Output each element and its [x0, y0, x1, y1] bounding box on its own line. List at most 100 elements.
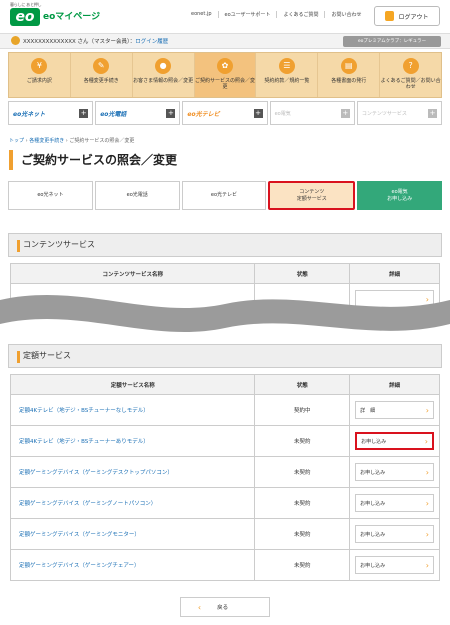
nav-label: 各種書面の発行: [331, 78, 367, 84]
nav-contract-services[interactable]: ✿ ご契約サービスの照会／変更: [193, 53, 256, 97]
nav-label: お客さま情報の照会／変更: [133, 78, 194, 84]
main-nav: ¥ ご請求内訳 ✎ 各種変更手続き ● お客さま情報の照会／変更 ✿ ご契約サービスの照…: [8, 52, 442, 98]
nav-customer-info[interactable]: ● お客さま情報の照会／変更: [131, 53, 194, 97]
chevron-right-icon: ›: [425, 498, 429, 508]
tab-content-fixed-service[interactable]: コンテンツ 定額サービス: [268, 181, 356, 210]
header-links: eonet.jp eoユーザーサポート よくあるご質問 お問い合わせ: [185, 11, 367, 18]
gear-icon: ✿: [217, 58, 233, 74]
tab-eo-phone[interactable]: eo光電話: [94, 181, 180, 210]
fixed-service-table: 定額サービス名称 状態 詳細 定額4Kテレビ（地デジ・BSチューナーなしモデル）…: [9, 374, 440, 581]
back-button[interactable]: ‹ 戻る: [180, 597, 270, 617]
table-row: 定額4Kテレビ（地デジ・BSチューナーありモデル） 未契約 お申し込み ›: [9, 425, 440, 457]
chevron-right-icon: ›: [425, 529, 429, 539]
header-link-faq[interactable]: よくあるご質問: [276, 11, 324, 18]
tab-eo-net[interactable]: eo光ネット: [8, 181, 93, 210]
service-name-link[interactable]: 定額ゲーミングデバイス（ゲーミングノートパソコン）: [9, 487, 256, 519]
apply-button[interactable]: お申し込み ›: [355, 494, 434, 512]
service-label: eo光ネット: [13, 110, 46, 118]
service-name-link[interactable]: 定額ゲーミングデバイス（ゲーミングデスクトップパソコン）: [9, 456, 256, 488]
content-service-heading: コンテンツサービス: [8, 233, 442, 257]
table-row: 定額ゲーミングデバイス（ゲーミングモニター） 未契約 お申し込み ›: [9, 518, 440, 550]
logout-icon: [385, 11, 395, 21]
nav-terms[interactable]: ☰ 契約約款／規約一覧: [255, 53, 317, 97]
user-info: XXXXXXXXXXXXXX さん（マスター会員）：ログイン履歴: [23, 39, 169, 45]
nav-change-procedures[interactable]: ✎ 各種変更手続き: [69, 53, 132, 97]
nav-label: 各種変更手続き: [83, 78, 119, 84]
col-header-name: 定額サービス名称: [9, 374, 256, 395]
pencil-icon: ✎: [93, 58, 110, 74]
service-eo-denki: eo電気 +: [269, 101, 355, 125]
service-name-link[interactable]: 定額4Kテレビ（地デジ・BSチューナーありモデル）: [9, 425, 256, 457]
service-content: コンテンツサービス +: [356, 101, 443, 125]
nav-faq-contact[interactable]: ? よくあるご質問／お問い合わせ: [379, 53, 441, 97]
col-header-detail: 詳細: [349, 374, 440, 395]
button-label: お申し込み: [360, 531, 386, 538]
col-header-status: 状態: [254, 374, 351, 395]
print-icon: ▤: [340, 58, 357, 74]
logout-button[interactable]: ログアウト: [374, 6, 440, 26]
breadcrumb-procedures[interactable]: 各種変更手続き: [29, 138, 64, 144]
service-label: コンテンツサービス: [361, 110, 407, 117]
service-eo-net[interactable]: eo光ネット +: [8, 101, 94, 125]
breadcrumb-current: ご契約サービスの照会／変更: [69, 138, 135, 144]
apply-button[interactable]: お申し込み ›: [355, 463, 434, 481]
question-icon: ?: [402, 58, 419, 74]
chevron-right-icon: ›: [425, 467, 429, 477]
nav-label: ご契約サービスの照会／変更: [195, 78, 256, 90]
premium-club-badge[interactable]: eoプレミアムクラブ：レギュラー: [343, 36, 441, 47]
nav-label: ご請求内訳: [26, 78, 52, 84]
detail-button[interactable]: 詳 細 ›: [355, 401, 434, 419]
button-label: お申し込み: [360, 500, 386, 507]
service-eo-phone[interactable]: eo光電話 +: [95, 101, 181, 125]
service-tabs: eo光ネット eo光電話 eo光テレビ コンテンツ 定額サービス eo電気 お申…: [8, 181, 442, 210]
site-name: eoマイページ: [43, 12, 101, 22]
apply-button[interactable]: お申し込み ›: [355, 556, 434, 574]
document-icon: ☰: [278, 58, 295, 74]
header-link-contact[interactable]: お問い合わせ: [324, 11, 367, 18]
header-link-support[interactable]: eoユーザーサポート: [217, 11, 277, 18]
eo-logo[interactable]: eo: [10, 8, 40, 26]
col-header-detail: 詳細: [349, 263, 440, 284]
nav-label: よくあるご質問／お問い合わせ: [380, 78, 441, 90]
service-name-link[interactable]: 定額4Kテレビ（地デジ・BSチューナーなしモデル）: [9, 394, 256, 426]
chevron-left-icon: ‹: [197, 602, 202, 612]
service-eo-tv[interactable]: eo光テレビ +: [182, 101, 268, 125]
apply-button[interactable]: お申し込み ›: [355, 525, 434, 543]
nav-documents[interactable]: ▤ 各種書面の発行: [317, 53, 379, 97]
service-name-link[interactable]: 定額ゲーミングデバイス（ゲーミングモニター）: [9, 518, 256, 550]
header-link-eonet[interactable]: eonet.jp: [185, 11, 218, 18]
content-break-wave: [0, 295, 450, 333]
service-label: eo電気: [274, 110, 291, 117]
button-label: お申し込み: [360, 469, 386, 476]
button-label: 詳 細: [360, 407, 376, 414]
tab-eo-tv[interactable]: eo光テレビ: [181, 181, 267, 210]
service-status: 契約中: [254, 394, 351, 426]
breadcrumb: トップ › 各種変更手続き › ご契約サービスの照会／変更: [9, 138, 135, 144]
person-icon: ●: [155, 58, 172, 74]
chevron-right-icon: ›: [425, 405, 429, 415]
user-icon: [11, 36, 20, 45]
table-row: 定額ゲーミングデバイス（ゲーミングチェアー） 未契約 お申し込み ›: [9, 549, 440, 581]
page-title: ご契約サービスの照会／変更: [9, 150, 439, 170]
nav-label: 契約約款／規約一覧: [264, 78, 310, 84]
col-header-status: 状態: [254, 263, 351, 284]
service-label: eo光テレビ: [187, 110, 220, 118]
breadcrumb-top[interactable]: トップ: [9, 138, 24, 144]
service-name-link[interactable]: 定額ゲーミングデバイス（ゲーミングチェアー）: [9, 549, 256, 581]
service-status: 未契約: [254, 549, 351, 581]
login-history-link[interactable]: ログイン履歴: [135, 39, 168, 45]
apply-button[interactable]: お申し込み ›: [355, 432, 434, 450]
col-header-name: コンテンツサービス名称: [9, 263, 256, 284]
plus-icon[interactable]: +: [253, 108, 263, 118]
tab-eo-denki-apply[interactable]: eo電気 お申し込み: [357, 181, 442, 210]
nav-billing[interactable]: ¥ ご請求内訳: [9, 53, 70, 97]
service-label: eo光電話: [100, 110, 127, 118]
button-label: お申し込み: [360, 562, 386, 569]
service-status: 未契約: [254, 456, 351, 488]
chevron-right-icon: ›: [425, 560, 429, 570]
plus-icon: +: [340, 108, 350, 118]
service-status: 未契約: [254, 425, 351, 457]
table-row: 定額ゲーミングデバイス（ゲーミングデスクトップパソコン） 未契約 お申し込み ›: [9, 456, 440, 488]
plus-icon[interactable]: +: [79, 108, 89, 118]
plus-icon[interactable]: +: [166, 108, 176, 118]
